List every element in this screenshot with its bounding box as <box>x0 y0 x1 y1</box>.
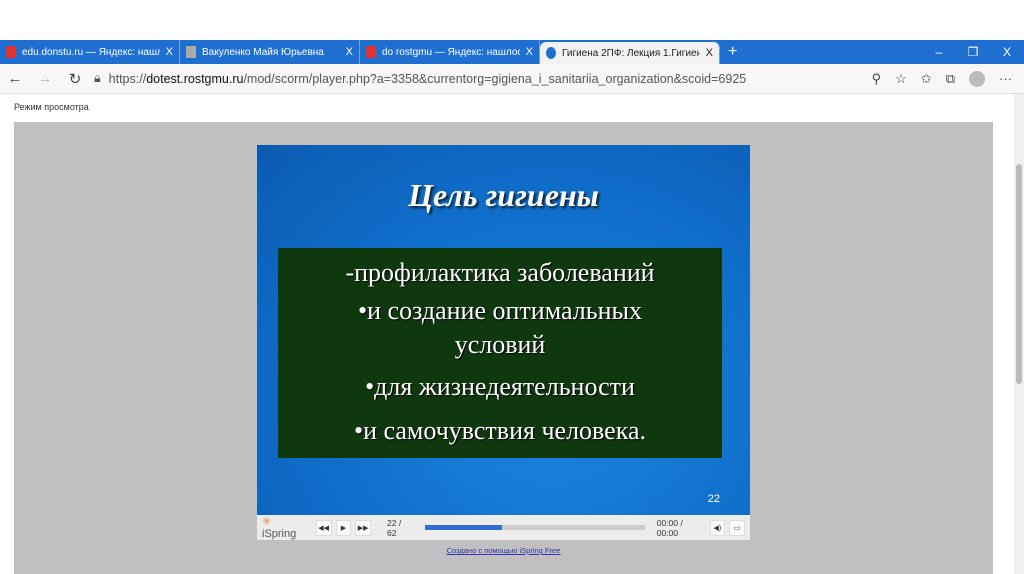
slide-title: Цель гигиены <box>408 177 599 213</box>
ispring-credit-link[interactable]: Создано с помощью iSpring Free <box>257 546 750 555</box>
address-bar: ← → ↻ 🔒︎ https://dotest.rostgmu.ru/mod/sc… <box>0 64 1024 94</box>
forward-icon[interactable]: → <box>30 70 60 87</box>
close-tab-icon[interactable]: X <box>526 46 533 58</box>
avatar[interactable] <box>969 70 985 87</box>
new-tab-button[interactable]: + <box>720 40 745 64</box>
more-icon[interactable]: ··· <box>999 71 1012 86</box>
time-display: 00:00 / 00:00 <box>656 517 683 538</box>
add-favorite-icon[interactable]: ☆ <box>895 71 907 87</box>
ispring-logo: ✳ iSpring <box>262 516 297 540</box>
moodle-icon <box>546 47 556 59</box>
close-tab-icon[interactable]: X <box>346 46 353 58</box>
lock-icon: 🔒︎ <box>94 71 101 85</box>
play-button[interactable]: ▶ <box>335 519 352 536</box>
minimize-button[interactable]: – <box>922 40 956 64</box>
yandex-icon <box>6 46 16 58</box>
slide-number: 22 <box>707 493 720 505</box>
restore-button[interactable]: ❐ <box>956 40 990 64</box>
close-tab-icon[interactable]: X <box>166 46 173 58</box>
next-button[interactable]: ▶▶ <box>355 519 372 536</box>
collections-icon[interactable]: ⧉ <box>946 71 955 87</box>
yandex-icon <box>366 46 376 58</box>
back-icon[interactable]: ← <box>0 70 30 87</box>
zoom-icon[interactable]: ⚲ <box>872 71 882 87</box>
slide-counter: 22 / 62 <box>387 517 402 538</box>
close-window-button[interactable]: X <box>990 40 1024 64</box>
progress-bar[interactable] <box>424 525 645 530</box>
slide-content: -профилактика заболеваний •и создание оп… <box>278 248 722 458</box>
scrollbar[interactable] <box>1014 94 1024 574</box>
previous-button[interactable]: ◀◀ <box>315 519 332 536</box>
player-bar: ✳ iSpring ◀◀ ▶ ▶▶ 22 / 62 00:00 / 00:00 … <box>257 515 750 540</box>
profile-icon <box>186 46 196 58</box>
url-input[interactable]: 🔒︎ https://dotest.rostgmu.ru/mod/scorm/pl… <box>94 67 814 91</box>
tab-vakulenko[interactable]: Вакуленко Майя Юрьевна X <box>180 40 360 64</box>
close-tab-icon[interactable]: X <box>706 47 713 59</box>
favorites-icon[interactable]: ✩ <box>921 71 932 87</box>
view-mode-label: Режим просмотра <box>14 102 89 112</box>
tab-do-rostgmu[interactable]: do rostgmu — Яндекс: нашлось X <box>360 40 540 64</box>
scrollbar-thumb[interactable] <box>1016 164 1022 384</box>
slide: Цель гигиены -профилактика заболеваний •… <box>257 145 750 515</box>
volume-button[interactable]: ◀) <box>709 519 726 536</box>
tab-edu-donstu[interactable]: edu.donstu.ru — Яндекс: нашлосьX <box>0 40 180 64</box>
progress-fill <box>424 525 502 530</box>
tab-bar: edu.donstu.ru — Яндекс: нашлосьX Вакулен… <box>0 40 1024 64</box>
reload-icon[interactable]: ↻ <box>60 70 90 88</box>
fullscreen-button[interactable]: ▭ <box>729 519 746 536</box>
tab-gigiena[interactable]: Гигиена 2ПФ: Лекция 1.Гигиена X <box>540 42 720 64</box>
